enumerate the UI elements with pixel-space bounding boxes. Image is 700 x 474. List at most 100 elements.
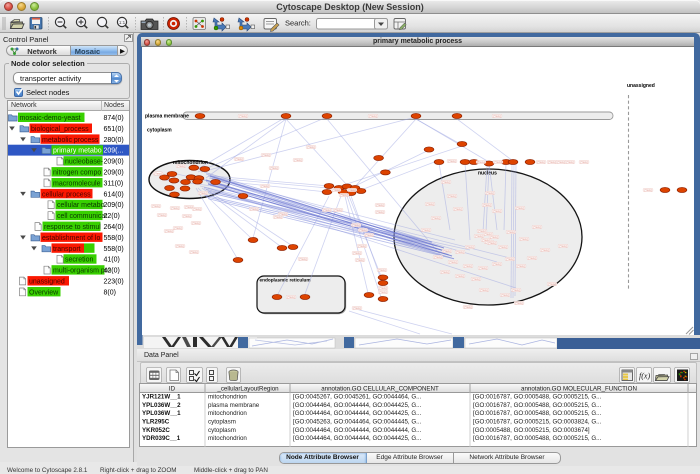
svg-text:[Yxxx]: [Yxxx] xyxy=(370,115,377,118)
svg-text:41(0): 41(0) xyxy=(104,257,120,264)
svg-text:[Yxxx]: [Yxxx] xyxy=(521,238,528,241)
svg-text:[Yxxx]: [Yxxx] xyxy=(529,257,536,260)
svg-text:[Yxxx]: [Yxxx] xyxy=(333,189,340,192)
svg-text:[Yxxx]: [Yxxx] xyxy=(359,245,366,248)
svg-text:secretion: secretion xyxy=(65,257,94,264)
svg-text:multi-organism pro: multi-organism pro xyxy=(53,268,111,275)
svg-text:[Yxxx]: [Yxxx] xyxy=(444,250,451,253)
svg-text:8(0): 8(0) xyxy=(104,289,116,296)
svg-text:[Yxxx]: [Yxxx] xyxy=(194,208,201,211)
svg-text:[Yxxx]: [Yxxx] xyxy=(172,207,179,210)
svg-text:[Yxxx]: [Yxxx] xyxy=(560,245,567,248)
svg-text:[Yxxx]: [Yxxx] xyxy=(349,189,356,192)
svg-text:[Yxxx]: [Yxxx] xyxy=(380,287,387,290)
svg-text:[Yxxx]: [Yxxx] xyxy=(295,159,302,162)
svg-text:[GO:0044464, GO:0044444, GO:00: [GO:0044464, GO:0044444, GO:0044425, G..… xyxy=(293,435,422,442)
svg-text:plasma membrane: plasma membrane xyxy=(208,402,260,409)
svg-text:mitochondrion: mitochondrion xyxy=(208,410,247,417)
svg-text:[Yxxx]: [Yxxx] xyxy=(263,154,270,157)
svg-text:[Yxxx]: [Yxxx] xyxy=(335,209,342,212)
svg-text:[Yxxx]: [Yxxx] xyxy=(495,161,502,164)
svg-text:280(0): 280(0) xyxy=(104,137,124,144)
svg-text:[Yxxx]: [Yxxx] xyxy=(300,258,307,261)
svg-text:[Yxxx]: [Yxxx] xyxy=(193,222,200,225)
svg-text:metabolic process: metabolic process xyxy=(42,137,99,144)
svg-text:[Yxxx]: [Yxxx] xyxy=(159,214,166,217)
svg-text:264(0): 264(0) xyxy=(104,224,124,231)
svg-text:[Yxxx]: [Yxxx] xyxy=(308,146,315,149)
svg-text:mitochondrion: mitochondrion xyxy=(208,435,247,442)
svg-text:[Yxxx]: [Yxxx] xyxy=(507,258,514,261)
svg-text:[Yxxx]: [Yxxx] xyxy=(236,158,243,161)
svg-text:[Yxxx]: [Yxxx] xyxy=(516,302,523,305)
svg-text:209(0): 209(0) xyxy=(104,159,124,166)
svg-text:[Yxxx]: [Yxxx] xyxy=(502,294,509,297)
svg-text:[Yxxx]: [Yxxx] xyxy=(476,235,483,238)
svg-text:[Yxxx]: [Yxxx] xyxy=(177,245,184,248)
svg-text:[Yxxx]: [Yxxx] xyxy=(494,115,501,118)
svg-text:1:1: 1:1 xyxy=(119,20,126,25)
svg-text:plasma membrane: plasma membrane xyxy=(145,114,189,120)
svg-text:Overview: Overview xyxy=(29,289,59,296)
svg-text:[GO:0005488, GO:0005215, GO:00: [GO:0005488, GO:0005215, GO:0003674] xyxy=(473,427,590,434)
svg-text:_cellularLayoutRegion: _cellularLayoutRegion xyxy=(216,386,279,393)
svg-text:[Yxxx]: [Yxxx] xyxy=(465,306,472,309)
svg-text:establishment of lo: establishment of lo xyxy=(42,235,100,242)
svg-text:[Yxxx]: [Yxxx] xyxy=(457,275,464,278)
svg-text:209(...: 209(... xyxy=(104,148,124,155)
svg-text:[Yxxx]: [Yxxx] xyxy=(324,209,331,212)
svg-text:558(0): 558(0) xyxy=(104,246,124,253)
svg-text:[Yxxx]: [Yxxx] xyxy=(542,249,549,252)
svg-text:[Yxxx]: [Yxxx] xyxy=(484,204,491,207)
svg-text:transport: transport xyxy=(53,246,81,253)
svg-text:YPL036W__2: YPL036W__2 xyxy=(142,402,181,409)
svg-text:nucleus: nucleus xyxy=(478,171,497,177)
svg-text:[GO:0016787, GO:0005488, GO:00: [GO:0016787, GO:0005488, GO:0005215, G..… xyxy=(473,410,602,417)
svg-text:42(0): 42(0) xyxy=(104,268,120,275)
svg-text:[Yxxx]: [Yxxx] xyxy=(581,161,588,164)
svg-text:cytoplasm: cytoplasm xyxy=(208,419,236,426)
svg-text:[Yxxx]: [Yxxx] xyxy=(558,161,565,164)
svg-text:[Yxxx]: [Yxxx] xyxy=(377,204,384,207)
svg-text:[GO:0044464, GO:0044444, GO:00: [GO:0044464, GO:0044444, GO:0044444, G..… xyxy=(293,427,422,434)
svg-text:[Yxxx]: [Yxxx] xyxy=(354,252,361,255)
svg-text:ID: ID xyxy=(169,386,176,393)
svg-text:[Yxxx]: [Yxxx] xyxy=(186,206,193,209)
svg-text:YKR052C: YKR052C xyxy=(142,427,170,434)
svg-text:[Yxxx]: [Yxxx] xyxy=(427,203,434,206)
svg-text:[Yxxx]: [Yxxx] xyxy=(508,231,515,234)
svg-text:[Yxxx]: [Yxxx] xyxy=(366,234,373,237)
svg-text:651(0): 651(0) xyxy=(104,126,124,133)
svg-text:[GO:0016787, GO:0005215, GO:00: [GO:0016787, GO:0005215, GO:0003824, G..… xyxy=(473,419,602,426)
svg-text:[Yxxx]: [Yxxx] xyxy=(275,216,282,219)
svg-text:[Yxxx]: [Yxxx] xyxy=(166,230,173,233)
svg-text:[Yxxx]: [Yxxx] xyxy=(449,160,456,163)
svg-text:YLR295C: YLR295C xyxy=(142,419,170,426)
svg-text:[Yxxx]: [Yxxx] xyxy=(455,208,462,211)
svg-text:[Yxxx]: [Yxxx] xyxy=(353,224,360,227)
svg-text:nitrogen compo: nitrogen compo xyxy=(53,170,101,177)
svg-text:[Yxxx]: [Yxxx] xyxy=(423,229,430,232)
svg-text:[Yxxx]: [Yxxx] xyxy=(240,115,247,118)
svg-text:[Yxxx]: [Yxxx] xyxy=(449,195,456,198)
svg-text:[Yxxx]: [Yxxx] xyxy=(534,226,541,229)
svg-text:[Yxxx]: [Yxxx] xyxy=(360,229,367,232)
svg-text:macromolecule: macromolecule xyxy=(53,180,101,187)
svg-text:[Yxxx]: [Yxxx] xyxy=(442,271,449,274)
svg-text:209(0): 209(0) xyxy=(104,170,124,177)
svg-text:YDR039C__1: YDR039C__1 xyxy=(142,435,181,442)
svg-text:[Yxxx]: [Yxxx] xyxy=(433,217,440,220)
svg-text:[Yxxx]: [Yxxx] xyxy=(288,296,295,299)
svg-text:[Yxxx]: [Yxxx] xyxy=(549,283,556,286)
svg-text:[Yxxx]: [Yxxx] xyxy=(538,161,545,164)
svg-text:[GO:0016787, GO:0005488, GO:00: [GO:0016787, GO:0005488, GO:0005215, G..… xyxy=(473,402,602,409)
svg-text:[Yxxx]: [Yxxx] xyxy=(494,263,501,266)
svg-text:[Yxxx]: [Yxxx] xyxy=(178,165,185,168)
svg-text:[Yxxx]: [Yxxx] xyxy=(489,242,496,245)
svg-text:[GO:0045263, GO:0044464, GO:00: [GO:0045263, GO:0044464, GO:0044445, G..… xyxy=(293,419,422,426)
svg-text:[Yxxx]: [Yxxx] xyxy=(457,251,464,254)
svg-text:[Yxxx]: [Yxxx] xyxy=(271,167,278,170)
svg-text:[Yxxx]: [Yxxx] xyxy=(481,289,488,292)
svg-text:[Yxxx]: [Yxxx] xyxy=(467,246,474,249)
svg-text:mitochondrion: mitochondrion xyxy=(208,394,247,401)
